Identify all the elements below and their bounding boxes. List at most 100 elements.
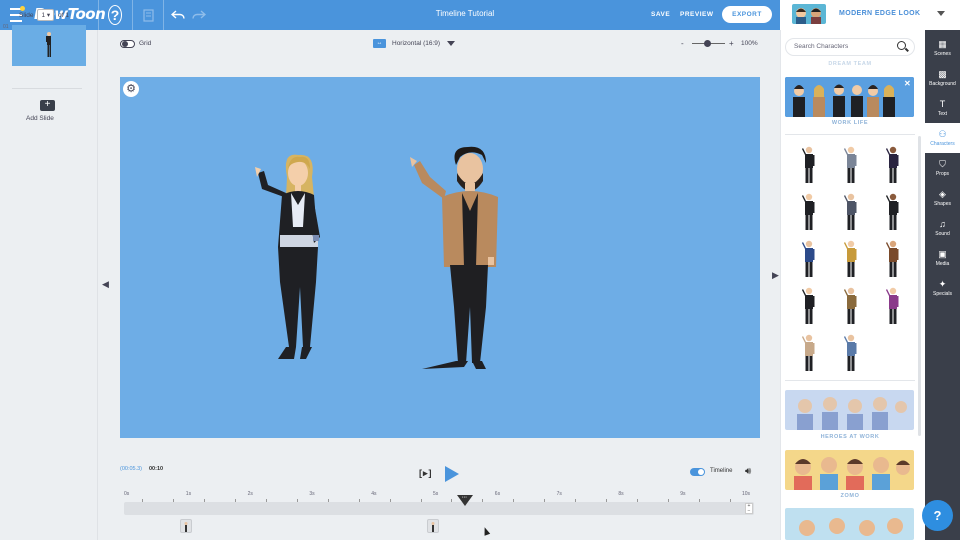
characters-icon: ⚇ [938,129,947,139]
help-icon[interactable]: ? [108,5,122,25]
rail-item-shapes[interactable]: ◈ Shapes [925,183,960,213]
timeline-tick [605,499,607,502]
notes-icon[interactable] [140,5,156,25]
save-button[interactable]: SAVE [651,11,670,18]
object-marker-woman[interactable] [180,519,192,533]
timeline-tick-label: 3s [309,491,315,497]
rail-item-label: Shapes [934,201,951,207]
rail-item-scenes[interactable]: ▦ Scenes [925,33,960,63]
stage-canvas[interactable] [120,77,760,438]
play-scene-icon[interactable]: [▸] [419,468,433,479]
divider [12,88,82,89]
aspect-ratio-select[interactable]: Horizontal (16:9) [392,40,440,47]
chevron-down-icon[interactable] [447,41,455,46]
stage-characters [255,146,498,369]
object-marker-man[interactable] [427,519,439,533]
category-label: DREAM TEAM [828,61,872,67]
zoom-in-button[interactable]: + [729,39,734,48]
text-icon: T [939,99,946,109]
timeline-tick [667,499,669,502]
timeline-tick [544,499,546,502]
character-thumbnail[interactable] [788,238,830,279]
expand-right-icon[interactable]: ▶ [772,270,779,281]
chevron-down-icon[interactable] [937,11,945,16]
zoom-value: 100% [741,40,758,47]
gear-icon[interactable]: ⚙ [123,81,139,97]
divider [132,0,133,30]
timeline-tick [266,499,268,502]
category-banner-next[interactable] [785,508,914,540]
add-slide-button[interactable]: + [40,100,55,111]
rail-item-label: Specials [933,291,952,297]
character-woman[interactable] [255,154,320,359]
character-thumbnail[interactable] [830,285,872,326]
slide-count: of 1 [58,11,70,19]
grid-toggle[interactable] [120,40,135,48]
rail-item-media[interactable]: ▣ Media [925,243,960,273]
character-thumbnail[interactable] [788,332,830,373]
character-thumbnail[interactable] [872,144,914,185]
character-man[interactable] [410,146,498,369]
volume-icon[interactable]: 🔊︎ [745,466,751,477]
timeline-tick-label: 10s [742,491,751,497]
character-thumbnail[interactable] [830,332,872,373]
timeline-tick [296,499,298,502]
category-label: ZOMO [840,493,860,499]
character-thumbnail[interactable] [872,238,914,279]
rail-item-specials[interactable]: ✦ Specials [925,273,960,303]
rail-item-sound[interactable]: ♫ Sound [925,213,960,243]
timeline-track[interactable] [124,502,754,515]
rail-item-characters[interactable]: ⚇ Characters [925,123,960,153]
close-icon[interactable]: ✕ [904,79,911,88]
timeline-tick [729,499,731,502]
character-grid [788,144,914,373]
character-thumbnail[interactable] [872,285,914,326]
redo-icon[interactable] [191,5,207,25]
timeline-end-handle[interactable]: + − [745,503,753,514]
rail-item-label: Scenes [934,51,951,57]
slide-thumbnail[interactable] [12,25,86,66]
category-banner-dream-team[interactable] [785,77,914,117]
rail-item-props[interactable]: ⛉ Props [925,153,960,183]
character-thumbnail[interactable] [872,191,914,232]
export-button[interactable]: EXPORT [722,6,772,23]
play-button[interactable] [445,466,459,482]
preview-button[interactable]: PREVIEW [680,11,713,18]
category-banner-zomo[interactable] [785,450,914,490]
character-thumbnail[interactable] [788,144,830,185]
add-slide-label[interactable]: Add Slide [26,115,54,122]
timeline-toggle[interactable] [690,468,705,476]
search-icon[interactable] [897,41,906,50]
rail-item-label: Props [935,171,950,177]
character-thumbnail[interactable] [830,191,872,232]
document-title[interactable]: Timeline Tutorial [340,9,590,18]
character-thumbnail[interactable] [788,191,830,232]
rail-item-label: Sound [935,231,950,237]
media-icon: ▣ [938,249,947,259]
timeline-tick-label: 8s [618,491,624,497]
zoom-slider-handle[interactable] [704,40,711,47]
divider [785,380,915,381]
zoom-out-button[interactable]: - [681,39,684,48]
slide-number-select[interactable]: 1 ▾ [37,9,55,21]
category-banner-heroes-at-work[interactable] [785,390,914,430]
rail-item-background[interactable]: ▩ Background [925,63,960,93]
specials-icon: ✦ [938,279,947,289]
divider [98,0,99,30]
library-scrollbar[interactable] [918,136,921,436]
character-thumbnail[interactable] [830,238,872,279]
rail-item-text[interactable]: T Text [925,93,960,123]
style-thumbnail [792,4,826,24]
help-button[interactable]: ? [922,500,953,531]
style-selector[interactable]: MODERN EDGE LOOK [780,0,960,30]
timeline-tick [235,499,237,502]
sound-icon: ♫ [939,219,946,229]
props-icon: ⛉ [939,159,946,169]
total-time: 00:10 [149,466,164,472]
timeline-label: Timeline [710,468,733,474]
aspect-ratio-icon[interactable]: ↔ [373,39,386,48]
collapse-left-icon[interactable]: ◀ [102,279,109,290]
undo-icon[interactable] [170,5,186,25]
character-thumbnail[interactable] [830,144,872,185]
character-thumbnail[interactable] [788,285,830,326]
